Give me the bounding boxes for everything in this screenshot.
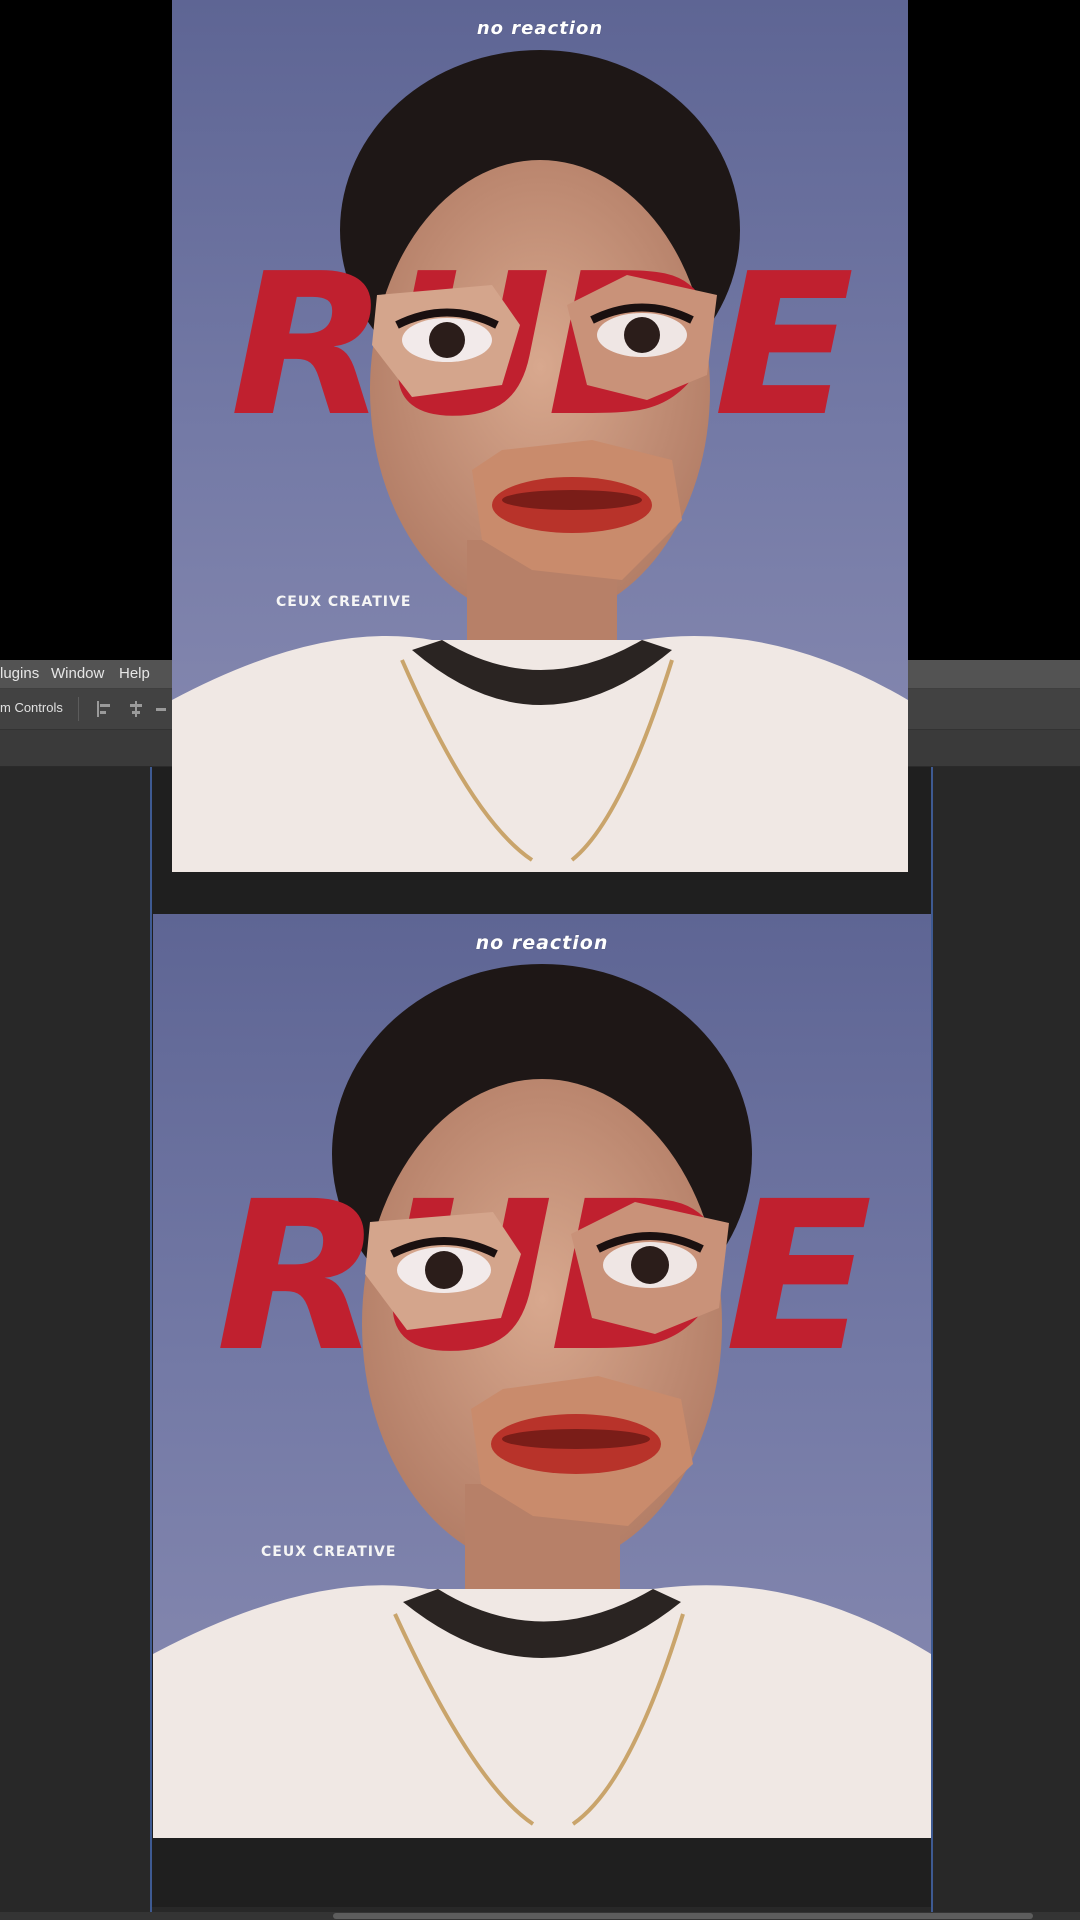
screen: lugins Window Help m Controls no reactio…	[0, 0, 1080, 1920]
eye-cutout-right-canvas	[571, 1202, 729, 1334]
options-separator	[78, 697, 79, 721]
cover-credit: CEUX CREATIVE	[276, 594, 412, 610]
menu-help[interactable]: Help	[119, 665, 150, 682]
align-center-icon[interactable]	[126, 699, 146, 719]
horizontal-scrollbar[interactable]	[0, 1912, 1080, 1920]
show-transform-controls-label[interactable]: m Controls	[0, 700, 63, 715]
artboard-guide-left	[150, 767, 152, 1912]
eye-cutout-left-canvas	[365, 1212, 521, 1330]
cover-title: RUDE	[229, 232, 854, 460]
align-right-icon[interactable]	[156, 699, 166, 719]
align-left-icon[interactable]	[94, 699, 114, 719]
menu-window[interactable]: Window	[51, 665, 104, 682]
eye-cutout-left	[372, 285, 520, 397]
cover-caption-canvas: no reaction	[475, 932, 609, 954]
cover-credit-canvas: CEUX CREATIVE	[261, 1544, 397, 1560]
album-cover-preview: no reaction RUDE CEUX CREATIVE	[172, 0, 908, 872]
album-cover-canvas: no reaction RUDE CEUX CREATIVE	[153, 914, 931, 1838]
eye-cutout-right	[567, 275, 717, 400]
artboard-guide-right	[931, 767, 933, 1912]
menu-plugins[interactable]: lugins	[0, 665, 39, 682]
cover-caption: no reaction	[476, 18, 604, 39]
cover-title-canvas: RUDE	[215, 1157, 873, 1397]
scrollbar-thumb[interactable]	[333, 1913, 1033, 1919]
